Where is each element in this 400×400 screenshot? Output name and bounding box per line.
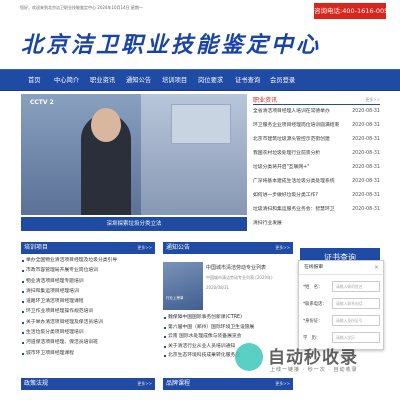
list-item[interactable]: 举办全国物业清洁项目经理及垃圾分类引导 [21,256,155,266]
news-item[interactable]: 北京市建筑垃圾源头管控示范街创建 2020-08-31 [253,135,380,145]
nav-item-training[interactable]: 培训项目 [162,70,187,92]
news-item[interactable]: 如何进一步做好垃圾分类工作? 2020-08-31 [253,191,380,201]
nav-item-login[interactable]: 会员登录 [270,70,295,92]
news-header: 职业资讯 更多>> [253,94,380,105]
date-text: 2024年10月14日 星期一 [97,5,143,10]
nav-item-certificate[interactable]: 证书查询 [235,70,260,92]
news-title: 职业资讯 [253,97,278,104]
id-card-label: *身份证： [303,319,323,324]
tv-channel-logo: CCTV 2 [30,99,54,106]
notice-thumbnail-image[interactable]: 行业上榜单 [163,262,203,310]
news-item-date: 2020-08-31 [352,109,380,114]
banner-face-image [91,108,121,142]
phone-field[interactable]: 请输入联系电话 [332,298,380,309]
banner-pagination: 1234 [222,206,247,215]
notices-more-link[interactable]: 更多>> [275,242,290,254]
top-bar: 您好，欢迎来到北京洁卫职业技能鉴定中心 2024年10月14日 星期一 咨询电话… [0,0,400,20]
list-item[interactable]: 关于举办清洁项目经理及保洁员培训 [21,318,155,328]
name-field[interactable]: 请输入你的姓名 [332,281,380,292]
banner-slider[interactable]: CCTV 2 1234 [21,94,247,215]
news-item-date: 2020-08-31 [352,207,380,212]
brand-course-title: 品牌课程 [166,380,191,387]
news-item-date: 2020-08-31 [352,193,380,198]
notices-title: 通知公告 [166,244,191,251]
nav-item-news[interactable]: 职业资讯 [90,70,115,92]
news-item-title[interactable]: 环卫服务企业项目经理岗位培训圆满结束 [253,121,348,131]
news-item[interactable]: 广深将基本建成生活垃圾分类处理系统 2020-08-31 [253,177,380,187]
training-more-link[interactable]: 更多>> [137,242,152,254]
news-item[interactable]: 全省清洁项目经理人培训在常德举办 2020-08-31 [253,107,380,117]
list-item[interactable]: 市政市容管理局开展专业岗位培训 [21,266,155,276]
training-header: 培训项目 更多>> [21,242,155,254]
nav-item-about[interactable]: 中心简介 [54,70,79,92]
news-item[interactable]: 垃圾分类将开启"互联网+" 2020-08-31 [253,163,380,173]
site-header: 北京洁卫职业技能鉴定中心 [0,20,400,69]
name-label: *姓 名： [303,285,323,290]
list-item[interactable]: 道路环卫清洁项目经理课程 [21,297,155,307]
featured-notice-date: 2020/08/31 [206,285,230,290]
featured-notice[interactable]: 中国城市清洁劳动专业列表 中国城市清洁劳动专业列表 (2020年) 2020/0… [206,264,286,290]
featured-notice-subtitle: 中国城市清洁劳动专业列表 (2020年) [206,275,273,280]
close-icon[interactable]: × [374,261,379,275]
news-item-date: 2020-08-31 [352,123,380,128]
news-item[interactable]: 我国农村垃圾处理行业前景分析 2020-08-31 [253,149,380,159]
thumbnail-caption: 行业上榜单 [166,296,184,300]
news-item-title[interactable]: 垃圾分类将开启"互联网+" [253,163,348,173]
news-item-title[interactable]: 如何进一步做好垃圾分类工作? [253,191,348,201]
notices-header: 通知公告 更多>> [163,242,293,254]
list-item[interactable]: 物业清洁项目经理专题培训 [21,277,155,287]
watermark-brand: 自动秒收录 [268,348,358,368]
banner-screen-image [171,104,231,144]
list-item[interactable]: 环卫作业项目经理操作规范培训 [21,307,155,317]
list-item[interactable]: 清扫和集运项目经理培训 [21,287,155,297]
list-item[interactable]: 生活垃圾分类项目经理培训 [21,328,155,338]
news-more-link[interactable]: 更多>> [365,97,380,103]
phone-label: *联系电话： [303,302,327,307]
training-list: 举办全国物业清洁项目经理及垃圾分类引导 市政市容管理局开展专业岗位培训 物业清洁… [21,256,155,359]
news-item[interactable]: 清扫行业发展 [253,219,380,229]
watermark: 自动秒收录 上线一链接 · 秒一次 · 自动收录 [200,340,400,376]
nav-item-home[interactable]: 首页 [28,70,41,92]
news-item-title[interactable]: 全省清洁项目经理人培训在常德举办 [253,107,348,117]
news-item-title[interactable]: 我国农村垃圾处理行业前景分析 [253,149,348,159]
list-item[interactable]: 第六届中国（郑州）国际环境卫生设施展 [163,323,293,333]
consult-phone-button[interactable]: 咨询电话:400-1616-005 [314,3,388,19]
main-nav: 首页 中心简介 职业资讯 通知公告 培训项目 岗位要求 证书查询 会员登录 [0,69,400,91]
news-item-date: 2020-08-31 [352,165,380,170]
site-logo[interactable]: 北京洁卫职业技能鉴定中心 [21,27,321,59]
nav-item-requirements[interactable]: 岗位要求 [198,70,223,92]
online-apply-dialog: 在线报审 × *姓 名： 请输入你的姓名 *联系电话： 请输入联系电话 *身份证… [298,260,384,350]
watermark-logo-icon [235,343,263,371]
news-item[interactable]: 环卫服务企业项目经理岗位培训圆满结束 2020-08-31 [253,121,380,131]
list-item[interactable]: 城市环卫项目经理课程 [21,349,155,359]
news-item[interactable]: 垃圾清扫和集运服务业务会：智慧环卫 2020-08-31 [253,205,380,215]
brand-course-header: 品牌课程 更多>> [163,378,293,390]
news-item-title[interactable]: 北京市建筑垃圾源头管控示范街创建 [253,135,348,145]
banner-caption[interactable]: 深圳探索垃圾分类立法 [21,217,247,231]
policy-header: 政策法规 更多>> [21,378,155,390]
greeting-text: 您好，欢迎来到北京洁卫职业技能鉴定中心 2024年10月14日 星期一 [20,5,143,11]
watermark-tagline: 上线一链接 · 秒一次 · 自动收录 [270,367,358,373]
policy-title: 政策法规 [24,380,49,387]
news-item-title[interactable]: 广深将基本建成生活垃圾分类处理系统 [253,177,348,187]
news-item-date: 2020-08-31 [352,179,380,184]
brand-course-more-link[interactable]: 更多>> [275,378,290,390]
id-card-field[interactable]: 请输入身份证号 [332,315,380,326]
news-item-title[interactable]: 垃圾清扫和集运服务业务会：智慧环卫 [253,205,348,215]
policy-more-link[interactable]: 更多>> [137,378,152,390]
list-item[interactable]: 河道保洁项目经理、保洁员培训班 [21,338,155,348]
training-title: 培训项目 [24,244,49,251]
news-item-title[interactable]: 清扫行业发展 [253,219,348,229]
featured-notice-title[interactable]: 中国城市清洁劳动专业列表 [206,264,286,271]
dialog-title: 在线报审 [299,261,383,275]
news-panel: 职业资讯 更多>> 全省清洁项目经理人培训在常德举办 2020-08-31 环卫服… [253,94,380,239]
welcome-text: 您好，欢迎来到北京洁卫职业技能鉴定中心 [20,5,96,10]
news-item-date: 2020-08-31 [352,137,380,142]
news-item-date: 2020-08-31 [352,151,380,156]
nav-item-notices[interactable]: 通知公告 [126,70,151,92]
list-item[interactable]: 魏保障中国国际事务创新课(CTRE) [163,313,293,323]
